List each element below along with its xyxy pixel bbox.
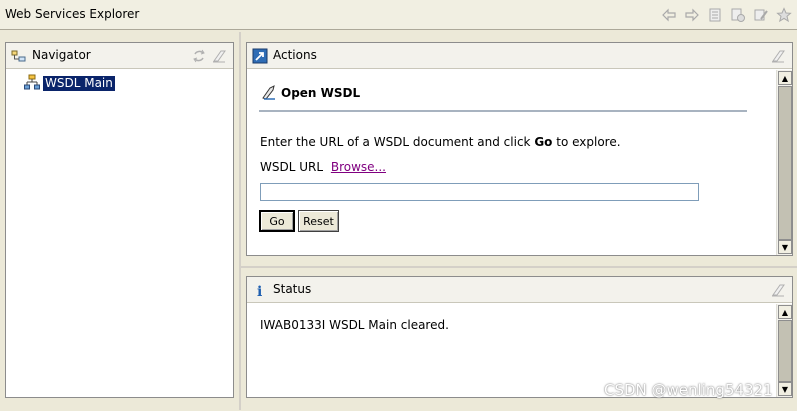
wsdl-url-label: WSDL URL [260,160,324,174]
intro-suffix: to explore. [556,135,621,149]
svg-text:i: i [257,284,262,298]
browse-link[interactable]: Browse... [331,160,386,174]
scroll-thumb[interactable] [778,86,792,240]
open-wsdl-icon [261,84,277,100]
url-row: WSDL URL Browse... [260,160,386,174]
eraser-icon[interactable] [211,48,227,64]
instructions-text: Enter the URL of a WSDL document and cli… [260,135,621,149]
scroll-up-arrow[interactable]: ▲ [778,305,792,319]
tree-item-label: WSDL Main [43,76,115,91]
page-icon[interactable] [706,6,724,24]
status-panel: i Status IWAB0133I WSDL Main cleared. ▲ … [246,276,793,398]
intro-go: Go [534,135,553,149]
clear-icon[interactable] [752,6,770,24]
title-bar: Web Services Explorer [0,0,797,30]
actions-scrollbar[interactable]: ▲ ▼ [776,70,792,255]
status-header: i Status [247,277,792,303]
status-title: Status [273,282,312,296]
toolbar [660,6,793,24]
actions-header: Actions [247,43,792,69]
window-title: Web Services Explorer [5,7,140,21]
scroll-down-arrow[interactable]: ▼ [778,240,792,254]
actions-icon [252,48,268,64]
vertical-splitter[interactable] [239,32,241,410]
info-icon: i [252,282,268,300]
tree-item-wsdl-main[interactable]: WSDL Main [24,74,115,93]
navigator-header: Navigator [6,43,233,69]
page-refresh-icon[interactable] [729,6,747,24]
go-button[interactable]: Go [259,210,295,232]
intro-prefix: Enter the URL of a WSDL document and cli… [260,135,531,149]
sync-icon[interactable] [191,48,207,64]
navigator-panel: Navigator WSDL Main [5,42,234,398]
status-scrollbar[interactable]: ▲ ▼ [776,304,792,397]
scroll-thumb[interactable] [778,320,792,382]
maximize-icon[interactable] [770,48,786,64]
clear-status-icon[interactable] [770,282,786,298]
navigator-title: Navigator [32,48,91,62]
reset-button[interactable]: Reset [298,210,339,232]
back-icon[interactable] [660,6,678,24]
actions-panel: Actions Open WSDL Enter the URL of a WSD… [246,42,793,256]
actions-content: Open WSDL Enter the URL of a WSDL docume… [247,70,776,255]
section-title: Open WSDL [281,86,361,100]
navigator-icon [11,48,27,64]
forward-icon[interactable] [683,6,701,24]
horizontal-splitter[interactable] [241,266,797,268]
wsdl-tree-icon [24,74,40,93]
scroll-up-arrow[interactable]: ▲ [778,71,792,85]
favorites-star-icon[interactable] [775,6,793,24]
wsdl-url-input[interactable] [260,183,699,201]
section-header: Open WSDL [259,82,747,112]
actions-title: Actions [273,48,317,62]
status-message: IWAB0133I WSDL Main cleared. [260,318,449,332]
watermark: CSDN @wenling54321 [604,381,773,399]
scroll-down-arrow[interactable]: ▼ [778,382,792,396]
